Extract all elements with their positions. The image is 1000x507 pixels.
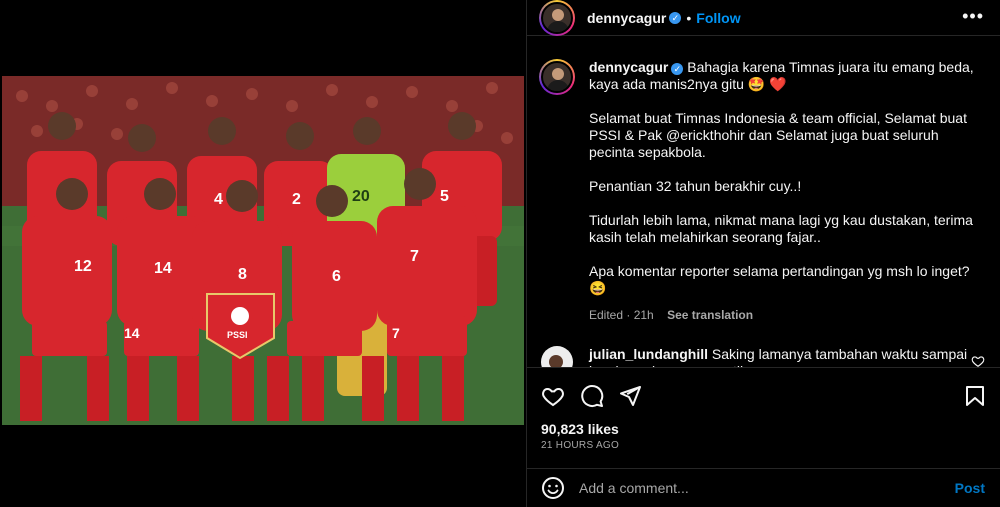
jersey-number-5: 5 [440,188,449,205]
commenter-avatar[interactable] [541,346,573,367]
caption-meta: Edited · 21h See translation [589,307,979,324]
team-photo-illustration: 2 4 5 20 12 14 8 6 7 14 7 PSSI [2,76,524,425]
jersey-number-20: 20 [352,188,370,205]
more-options-icon[interactable]: ••• [962,6,984,27]
caption-line-4: Tidurlah lebih lama, nikmat mana lagi yg… [589,212,973,245]
see-translation-link[interactable]: See translation [667,308,753,322]
post-comment-button[interactable]: Post [955,480,985,496]
bookmark-icon[interactable] [963,384,987,408]
jersey-number-4: 4 [214,191,223,208]
avatar[interactable] [539,0,575,36]
edited-timestamp: Edited · 21h [589,308,654,322]
add-comment-input[interactable] [579,480,939,496]
caption-line-3: Penantian 32 tahun berakhir cuy..! [589,178,802,194]
post-image[interactable]: 2 4 5 20 12 14 8 6 7 14 7 PSSI [2,76,524,425]
post-actions [527,367,1000,419]
verified-badge-icon: ✓ [671,63,684,75]
caption-row: dennycagur ✓ Bahagia karena Timnas juara … [539,59,989,324]
post-side-panel: dennycagur ✓ • Follow ••• dennycagur ✓ Ba… [526,0,1000,507]
caption-username[interactable]: dennycagur [589,59,668,75]
pennant-text: PSSI [227,330,248,340]
post-timestamp[interactable]: 21 HOURS AGO [541,440,619,451]
follow-button[interactable]: Follow [696,10,740,26]
comment-item: julian_lundanghill Saking lamanya tambah… [539,346,989,367]
jersey-number-6: 6 [332,268,341,285]
header-username[interactable]: dennycagur [587,10,666,26]
caption-avatar[interactable] [539,59,575,95]
separator-dot: • [686,9,692,26]
caption-line-2: Selamat buat Timnas Indonesia & team off… [589,110,967,160]
emoji-icon[interactable] [541,476,565,500]
comment-body: julian_lundanghill Saking lamanya tambah… [589,346,969,367]
jersey-number-14: 14 [154,260,172,277]
likes-count[interactable]: 90,823 likes [541,421,619,437]
comment-like-heart-icon[interactable] [971,354,985,367]
heart-icon[interactable] [541,384,565,408]
svg-text:14: 14 [124,325,140,341]
verified-badge-icon: ✓ [669,11,682,24]
jersey-number-7: 7 [410,248,419,265]
comment-icon[interactable] [580,384,604,408]
comments-section[interactable]: dennycagur ✓ Bahagia karena Timnas juara … [527,47,1000,367]
commenter-username[interactable]: julian_lundanghill [589,346,708,362]
svg-text:7: 7 [392,325,400,341]
caption: dennycagur ✓ Bahagia karena Timnas juara … [589,59,979,324]
post-header: dennycagur ✓ • Follow ••• [527,0,1000,36]
post-media-area: 2 4 5 20 12 14 8 6 7 14 7 PSSI [0,0,526,507]
caption-line-5: Apa komentar reporter selama pertandinga… [589,263,970,296]
jersey-number-12: 12 [74,258,92,275]
jersey-number-8: 8 [238,266,247,283]
jersey-number-2: 2 [292,191,301,208]
share-icon[interactable] [618,384,642,408]
add-comment-bar: Post [527,468,1000,507]
